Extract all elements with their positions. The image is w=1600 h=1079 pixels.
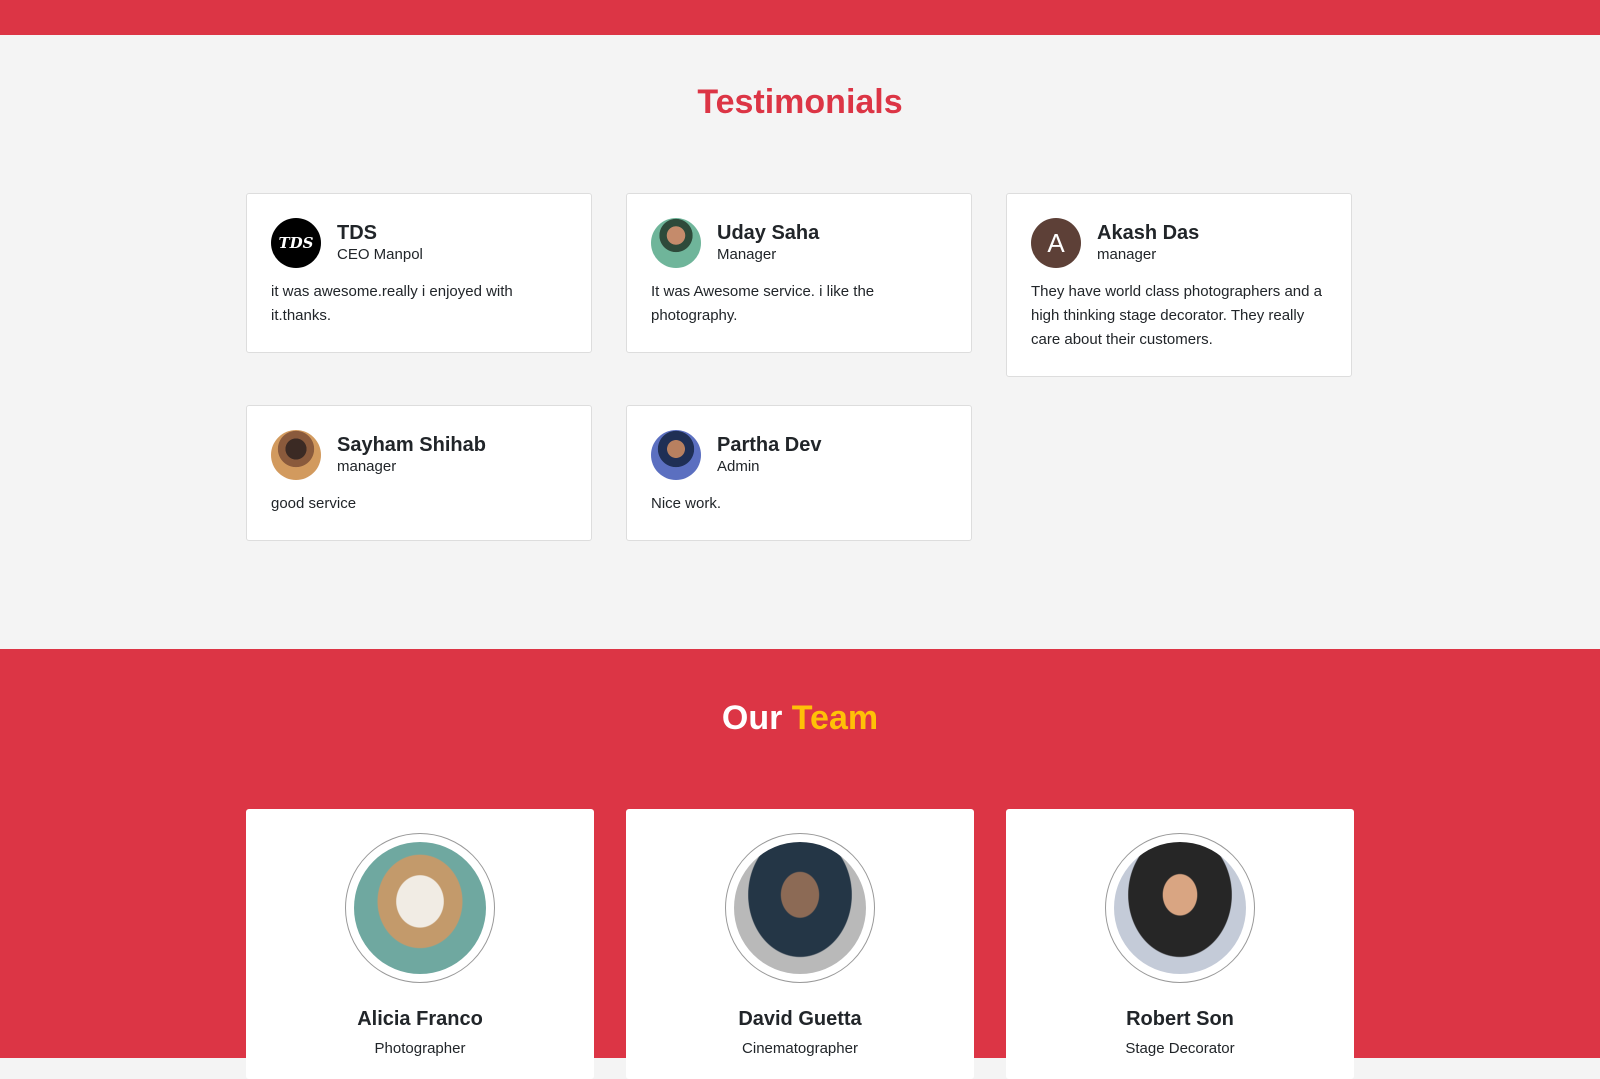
- avatar: A: [1031, 218, 1081, 268]
- testimonials-title: Testimonials: [697, 83, 903, 121]
- testimonial-role: manager: [337, 458, 397, 475]
- testimonial-card: Partha Dev Admin Nice work.: [626, 405, 972, 541]
- testimonial-name: TDS: [337, 222, 377, 244]
- testimonial-name: Sayham Shihab: [337, 434, 486, 456]
- testimonial-text: it was awesome.really i enjoyed with it.…: [271, 283, 513, 324]
- team-photo-frame: [725, 833, 875, 983]
- avatar: TDS: [271, 218, 321, 268]
- testimonial-name: Uday Saha: [717, 222, 820, 244]
- team-photo-frame: [345, 833, 495, 983]
- testimonials-section: Testimonials TDS TDS CEO Manpol it was a…: [0, 35, 1600, 649]
- testimonial-text: It was Awesome service. i like the photo…: [651, 283, 875, 324]
- team-member-photo: [1114, 842, 1246, 974]
- team-member-role: Cinematographer: [742, 1040, 858, 1057]
- team-member-card: Alicia Franco Photographer: [246, 809, 594, 1079]
- team-title: Our Team: [0, 699, 1600, 738]
- testimonial-card: Uday Saha Manager It was Awesome service…: [626, 193, 972, 353]
- testimonial-name: Akash Das: [1097, 222, 1200, 244]
- testimonial-card: A Akash Das manager They have world clas…: [1006, 193, 1352, 377]
- team-title-prefix: Our: [721, 699, 783, 737]
- team-member-name: David Guetta: [738, 1008, 862, 1030]
- avatar: [651, 218, 701, 268]
- avatar: [651, 430, 701, 480]
- team-member-card: David Guetta Cinematographer: [626, 809, 974, 1079]
- team-member-role: Stage Decorator: [1125, 1040, 1235, 1057]
- team-member-photo: [734, 842, 866, 974]
- testimonial-text: They have world class photographers and …: [1031, 283, 1323, 348]
- testimonial-role: CEO Manpol: [337, 246, 423, 263]
- testimonial-card: TDS TDS CEO Manpol it was awesome.really…: [246, 193, 592, 353]
- testimonial-text: good service: [271, 495, 357, 512]
- top-bar: [0, 0, 1600, 35]
- team-photo-frame: [1105, 833, 1255, 983]
- team-member-name: Alicia Franco: [357, 1008, 483, 1030]
- avatar: [271, 430, 321, 480]
- testimonial-name: Partha Dev: [717, 434, 822, 456]
- team-member-photo: [354, 842, 486, 974]
- team-title-accent: Team: [791, 699, 879, 737]
- testimonial-card: Sayham Shihab manager good service: [246, 405, 592, 541]
- team-section: Our Team Alicia Franco Photographer Davi…: [0, 649, 1600, 1079]
- team-member-role: Photographer: [374, 1040, 466, 1057]
- testimonial-text: Nice work.: [651, 495, 722, 512]
- testimonial-role: Admin: [717, 458, 760, 475]
- testimonial-role: Manager: [717, 246, 777, 263]
- testimonial-role: manager: [1097, 246, 1157, 263]
- team-member-name: Robert Son: [1126, 1008, 1234, 1030]
- team-member-card: Robert Son Stage Decorator: [1006, 809, 1354, 1079]
